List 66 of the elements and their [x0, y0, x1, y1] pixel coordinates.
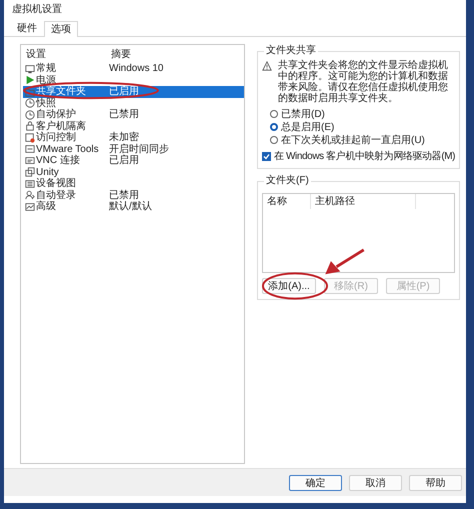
warning-icon — [262, 61, 272, 71]
setting-summary: Windows 10 — [109, 63, 164, 74]
radio-button[interactable] — [270, 110, 278, 118]
settings-row[interactable]: 设备视图 — [23, 178, 244, 190]
clock-icon — [25, 110, 35, 120]
radio-button[interactable] — [270, 136, 278, 144]
settings-row[interactable]: 自动保护 已禁用 — [23, 109, 244, 120]
person-icon — [25, 190, 35, 200]
settings-row[interactable]: 访问控制 未加密 — [23, 132, 244, 144]
group-title: 文件夹共享 — [264, 45, 318, 57]
radio-label[interactable]: 已禁用(D) — [281, 106, 325, 120]
setting-name: VMware Tools — [36, 144, 99, 154]
setting-summary: 默认/默认 — [109, 201, 152, 212]
setting-summary: 已启用 — [109, 86, 139, 98]
device-icon — [25, 178, 35, 189]
window-title: 虚拟机设置 — [11, 2, 63, 17]
dialog-button[interactable]: 帮助 — [409, 474, 462, 490]
setting-name: 客户机隔离 — [36, 120, 86, 132]
setting-summary: 已禁用 — [109, 190, 139, 201]
checkbox[interactable] — [262, 152, 271, 160]
tab[interactable]: 选项 — [44, 21, 78, 37]
setting-name: 快照 — [36, 98, 56, 109]
setting-name: 高级 — [36, 201, 56, 212]
setting-summary: 已启用 — [109, 155, 139, 166]
settings-row[interactable]: VNC 连接 已启用 — [23, 155, 244, 166]
radio-button[interactable] — [270, 122, 278, 130]
column-header: 设置 — [26, 48, 47, 62]
settings-row[interactable]: 电源 — [23, 74, 244, 86]
setting-name: 常规 — [36, 63, 56, 74]
setting-name: 电源 — [36, 74, 56, 86]
settings-row[interactable]: 快照 — [23, 98, 244, 109]
setting-name: 自动保护 — [36, 109, 76, 120]
monitor-icon — [25, 64, 35, 74]
setting-name: Unity — [36, 166, 59, 178]
settings-row[interactable]: VMware Tools 开启时间同步 — [23, 144, 244, 155]
radio-label[interactable]: 在下次关机或挂起前一直启用(U) — [281, 132, 425, 146]
setting-name: 自动登录 — [36, 190, 76, 200]
group-title: 文件夹(F) — [264, 175, 311, 187]
window-icon — [25, 144, 35, 154]
play-icon — [25, 75, 35, 86]
column-header: 主机路径 — [311, 194, 416, 209]
setting-summary: 未加密 — [109, 132, 139, 144]
settings-row[interactable]: 常规 Windows 10 — [23, 63, 244, 74]
radio-label[interactable]: 总是启用(E) — [281, 120, 334, 134]
column-header: 摘要 — [111, 48, 131, 62]
checkbox-label[interactable]: 在 Windows 客户机中映射为网络驱动器(M) — [274, 149, 456, 163]
warning-text: 共享文件夹会将您的文件显示给虚拟机中的程序。这可能为您的计算机和数据带来风险。请仅在您信任虚拟机使用您的数据时启用共享文件夹。 — [278, 60, 448, 104]
settings-row[interactable]: 客户机隔离 — [23, 120, 244, 132]
setting-summary: 开启时间同步 — [109, 144, 169, 154]
tab[interactable]: 硬件 — [10, 20, 44, 36]
folder-button[interactable]: 添加(A)... — [262, 278, 316, 294]
chart-icon — [25, 202, 35, 212]
column-header: 名称 — [263, 194, 311, 209]
setting-name: 访问控制 — [36, 132, 76, 144]
monitor-icon — [25, 156, 35, 166]
setting-summary: 已禁用 — [109, 109, 139, 120]
settings-row[interactable]: 高级 默认/默认 — [23, 201, 244, 212]
settings-row[interactable]: 自动登录 已禁用 — [23, 190, 244, 201]
setting-name: VNC 连接 — [36, 155, 80, 166]
settings-row[interactable]: Unity — [23, 166, 244, 178]
clock-icon — [25, 98, 35, 108]
lock-icon — [25, 121, 35, 132]
setting-name: 设备视图 — [36, 178, 76, 190]
folder-icon — [25, 86, 35, 97]
dialog-button[interactable]: 确定 — [289, 474, 342, 490]
dialog-button[interactable]: 取消 — [349, 474, 402, 490]
